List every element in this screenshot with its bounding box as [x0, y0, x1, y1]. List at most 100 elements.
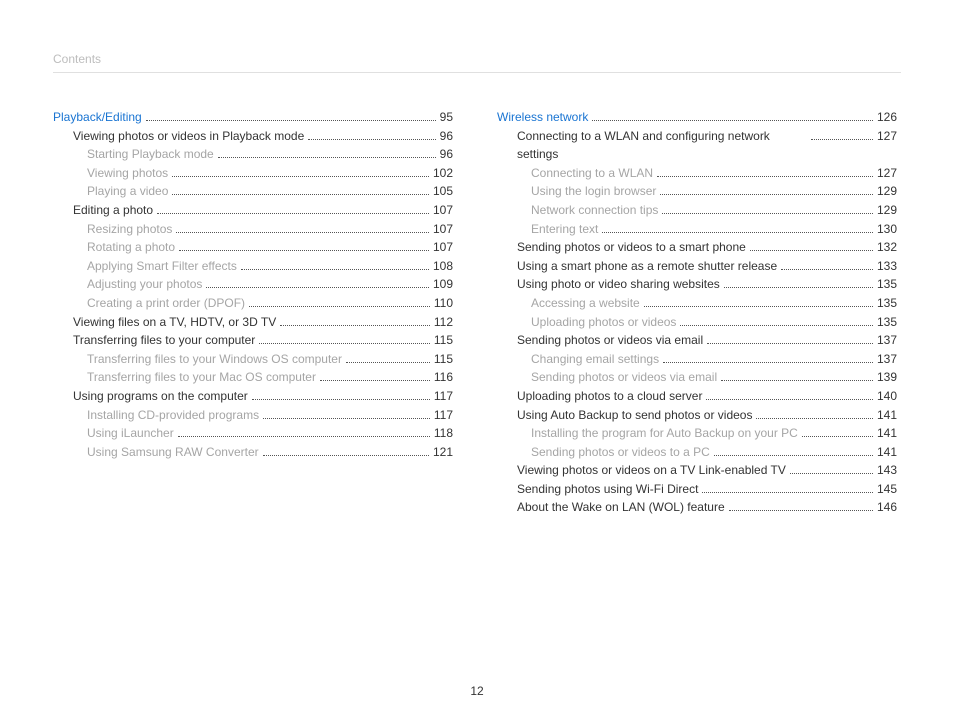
toc-entry[interactable]: Adjusting your photos109	[53, 275, 453, 294]
toc-entry-label: Viewing photos or videos on a TV Link-en…	[517, 461, 786, 480]
toc-entry[interactable]: Using photo or video sharing websites135	[497, 275, 897, 294]
toc-entry[interactable]: Viewing files on a TV, HDTV, or 3D TV112	[53, 313, 453, 332]
toc-entry[interactable]: Editing a photo107	[53, 201, 453, 220]
toc-entry[interactable]: Installing the program for Auto Backup o…	[497, 424, 897, 443]
dot-leader	[172, 186, 429, 196]
toc-entry[interactable]: Sending photos or videos via email 139	[497, 368, 897, 387]
toc-entry-label: Network connection tips	[531, 201, 658, 220]
page-number: 12	[0, 684, 954, 698]
toc-entry[interactable]: Changing email settings137	[497, 350, 897, 369]
toc-entry[interactable]: Creating a print order (DPOF)110	[53, 294, 453, 313]
dot-leader	[781, 260, 873, 270]
toc-entry-page: 102	[433, 164, 453, 183]
toc-entry-label: Using programs on the computer	[73, 387, 248, 406]
toc-entry-label: Entering text	[531, 220, 598, 239]
toc-entry-label: Using iLauncher	[87, 424, 174, 443]
toc-entry[interactable]: Using programs on the computer117	[53, 387, 453, 406]
toc-entry-label: Viewing photos	[87, 164, 168, 183]
toc-entry-label: Using the login browser	[531, 182, 656, 201]
toc-entry-label: Adjusting your photos	[87, 275, 202, 294]
toc-entry-label: Rotating a photo	[87, 238, 175, 257]
toc-entry[interactable]: Transferring files to your Mac OS comput…	[53, 368, 453, 387]
toc-entry[interactable]: Transferring files to your Windows OS co…	[53, 350, 453, 369]
dot-leader	[790, 465, 873, 475]
toc-entry[interactable]: Applying Smart Filter effects108	[53, 257, 453, 276]
dot-leader	[707, 335, 873, 345]
toc-entry-label: Using Samsung RAW Converter	[87, 443, 259, 462]
toc-entry[interactable]: Resizing photos107	[53, 220, 453, 239]
toc-entry-page: 127	[877, 127, 897, 146]
toc-entry[interactable]: About the Wake on LAN (WOL) feature146	[497, 498, 897, 517]
toc-entry-label: Sending photos or videos via email	[517, 331, 703, 350]
toc-entry-page: 145	[877, 480, 897, 499]
dot-leader	[714, 446, 873, 456]
toc-entry-page: 96	[440, 127, 453, 146]
toc-entry-label: Playing a video	[87, 182, 168, 201]
dot-leader	[663, 353, 873, 363]
toc-entry-label: Using Auto Backup to send photos or vide…	[517, 406, 752, 425]
toc-entry-page: 141	[877, 424, 897, 443]
toc-entry-label: Transferring files to your Mac OS comput…	[87, 368, 316, 387]
toc-entry-label: Creating a print order (DPOF)	[87, 294, 245, 313]
toc-entry-page: 107	[433, 220, 453, 239]
toc-entry-page: 130	[877, 220, 897, 239]
toc-column-right: Wireless network126Connecting to a WLAN …	[497, 108, 897, 517]
toc-entry-page: 112	[434, 313, 453, 332]
dot-leader	[346, 353, 430, 363]
dot-leader	[263, 446, 429, 456]
toc-entry[interactable]: Sending photos or videos to a PC141	[497, 443, 897, 462]
toc-entry[interactable]: Rotating a photo 107	[53, 238, 453, 257]
toc-entry[interactable]: Playing a video105	[53, 182, 453, 201]
toc-entry[interactable]: Sending photos using Wi-Fi Direct145	[497, 480, 897, 499]
toc-entry[interactable]: Sending photos or videos via email137	[497, 331, 897, 350]
toc-entry[interactable]: Viewing photos 102	[53, 164, 453, 183]
toc-entry[interactable]: Installing CD-provided programs117	[53, 406, 453, 425]
toc-entry[interactable]: Using a smart phone as a remote shutter …	[497, 257, 897, 276]
toc-entry[interactable]: Sending photos or videos to a smart phon…	[497, 238, 897, 257]
toc-entry[interactable]: Using the login browser129	[497, 182, 897, 201]
toc-entry[interactable]: Connecting to a WLAN and configuring net…	[497, 127, 897, 164]
toc-entry[interactable]: Accessing a website135	[497, 294, 897, 313]
dot-leader	[218, 149, 436, 159]
toc-entry-page: 140	[877, 387, 897, 406]
toc-entry[interactable]: Using iLauncher 118	[53, 424, 453, 443]
toc-entry-page: 132	[877, 238, 897, 257]
toc-entry-page: 107	[433, 238, 453, 257]
dot-leader	[750, 242, 873, 252]
toc-entry[interactable]: Using Samsung RAW Converter121	[53, 443, 453, 462]
dot-leader	[146, 111, 436, 121]
toc-entry-page: 107	[433, 201, 453, 220]
toc-entry[interactable]: Entering text 130	[497, 220, 897, 239]
toc-entry[interactable]: Transferring files to your computer115	[53, 331, 453, 350]
toc-entry[interactable]: Network connection tips 129	[497, 201, 897, 220]
toc-entry[interactable]: Uploading photos or videos135	[497, 313, 897, 332]
toc-entry[interactable]: Starting Playback mode96	[53, 145, 453, 164]
toc-entry-label: Sending photos or videos to a smart phon…	[517, 238, 746, 257]
toc-entry-page: 117	[434, 406, 453, 425]
toc-entry[interactable]: Viewing photos or videos in Playback mod…	[53, 127, 453, 146]
toc-entry-page: 143	[877, 461, 897, 480]
dot-leader	[176, 223, 429, 233]
toc-entry[interactable]: Playback/Editing95	[53, 108, 453, 127]
toc-entry-page: 129	[877, 201, 897, 220]
dot-leader	[729, 502, 873, 512]
dot-leader	[259, 335, 430, 345]
toc-entry-page: 118	[434, 424, 453, 443]
dot-leader	[249, 297, 430, 307]
toc-entry[interactable]: Wireless network126	[497, 108, 897, 127]
dot-leader	[252, 390, 430, 400]
toc-entry-page: 116	[434, 368, 453, 387]
toc-entry-label: Applying Smart Filter effects	[87, 257, 237, 276]
toc-entry-page: 126	[877, 108, 897, 127]
dot-leader	[157, 204, 429, 214]
toc-entry-label: Sending photos or videos via email	[531, 368, 717, 387]
header-rule	[53, 72, 901, 73]
toc-entry[interactable]: Using Auto Backup to send photos or vide…	[497, 406, 897, 425]
toc-entry-page: 139	[877, 368, 897, 387]
toc-entry[interactable]: Uploading photos to a cloud server140	[497, 387, 897, 406]
dot-leader	[721, 372, 873, 382]
toc-entry[interactable]: Viewing photos or videos on a TV Link-en…	[497, 461, 897, 480]
dot-leader	[592, 111, 873, 121]
toc-entry[interactable]: Connecting to a WLAN127	[497, 164, 897, 183]
toc-entry-label: Transferring files to your Windows OS co…	[87, 350, 342, 369]
